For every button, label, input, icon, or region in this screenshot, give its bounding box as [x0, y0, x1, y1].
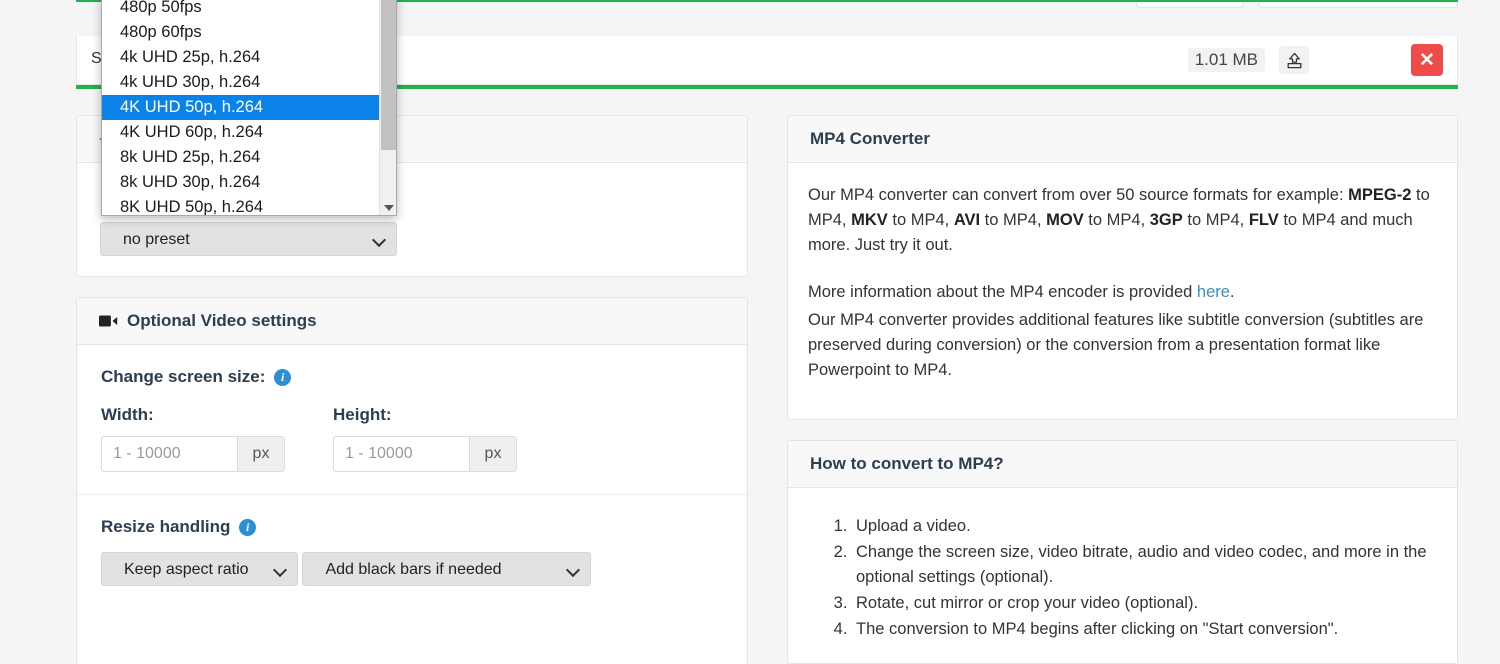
chevron-down-icon[interactable] [380, 199, 396, 215]
width-field-group: Width: px [101, 405, 333, 472]
format-mov: MOV [1046, 211, 1084, 229]
how-to-convert-header: How to convert to MP4? [788, 441, 1457, 488]
aspect-ratio-select-wrapper[interactable]: Keep aspect ratio [101, 552, 298, 586]
dropdown-option-4k-60p[interactable]: 4K UHD 60p, h.264 [102, 120, 381, 145]
file-upload-icon-button[interactable] [1279, 46, 1309, 74]
height-input[interactable] [333, 436, 469, 472]
list-item: Upload a video. [852, 514, 1437, 539]
mp4-converter-card: MP4 Converter Our MP4 converter can conv… [787, 115, 1458, 420]
list-item: Change the screen size, video bitrate, a… [852, 540, 1437, 590]
list-item: Rotate, cut mirror or crop your video (o… [852, 591, 1437, 616]
mp4-p1-t3: to MP4, [980, 211, 1047, 229]
aspect-ratio-select[interactable]: Keep aspect ratio [101, 552, 298, 586]
preset-dropdown-options: 480p 50fps 480p 60fps 4k UHD 25p, h.264 … [102, 0, 381, 215]
format-flv: FLV [1248, 211, 1279, 229]
page-root: S 1.01 MB ✕ no preset Optional Video set… [0, 0, 1500, 664]
black-bars-select-wrapper[interactable]: Add black bars if needed [302, 552, 592, 586]
optional-video-settings-card: Optional Video settings Change screen si… [76, 297, 748, 664]
screen-size-section: Change screen size: i Width: px Height: … [77, 345, 747, 472]
upload-icon [1287, 52, 1301, 68]
how-to-convert-body: Upload a video. Change the screen size, … [788, 488, 1457, 642]
mp4-p1-t5: to MP4, [1182, 211, 1249, 229]
mp4-p1-t2: to MP4, [887, 211, 954, 229]
mp4-p2-text: More information about the MP4 encoder i… [808, 283, 1197, 301]
dropdown-option-8k-25p[interactable]: 8k UHD 25p, h.264 [102, 145, 381, 170]
how-to-convert-card: How to convert to MP4? Upload a video. C… [787, 440, 1458, 664]
video-settings-title: Optional Video settings [127, 311, 317, 330]
height-field-group: Height: px [333, 405, 565, 472]
mp4-converter-header: MP4 Converter [788, 116, 1457, 163]
black-bars-select[interactable]: Add black bars if needed [302, 552, 592, 586]
dropdown-option-4k-25p[interactable]: 4k UHD 25p, h.264 [102, 45, 381, 70]
how-to-steps-list: Upload a video. Change the screen size, … [808, 514, 1437, 642]
dropdown-option-4k-30p[interactable]: 4k UHD 30p, h.264 [102, 70, 381, 95]
dropdown-option-8k-30p[interactable]: 8k UHD 30p, h.264 [102, 170, 381, 195]
preset-dropdown-list[interactable]: 480p 50fps 480p 60fps 4k UHD 25p, h.264 … [101, 0, 397, 216]
height-unit-label: px [469, 436, 517, 472]
mp4-paragraph-2: More information about the MP4 encoder i… [808, 280, 1437, 305]
dropdown-option-480p-60fps[interactable]: 480p 60fps [102, 20, 381, 45]
mp4-p2-period: . [1229, 283, 1235, 301]
dropdown-scrollbar-thumb[interactable] [381, 0, 396, 150]
resize-handling-label-row: Resize handling i [101, 517, 723, 537]
width-input[interactable] [101, 436, 237, 472]
resize-handling-info-icon[interactable]: i [239, 519, 257, 536]
mp4-converter-body: Our MP4 converter can convert from over … [788, 163, 1457, 383]
preset-select[interactable]: no preset [100, 222, 397, 256]
mp4-paragraph-3: Our MP4 converter provides additional fe… [808, 311, 1424, 379]
dropdown-option-8k-50p[interactable]: 8K UHD 50p, h.264 [102, 195, 381, 215]
file-size-label: 1.01 MB [1187, 48, 1265, 72]
mp4-p1-intro: Our MP4 converter can convert from over … [808, 186, 1349, 204]
mp4-p1-t4: to MP4, [1083, 211, 1150, 229]
preset-select-wrapper[interactable]: no preset [100, 222, 397, 256]
video-camera-icon [99, 314, 118, 328]
resize-handling-label: Resize handling [101, 517, 231, 536]
dropdown-option-4k-50p[interactable]: 4K UHD 50p, h.264 [102, 95, 381, 120]
screen-size-info-icon[interactable]: i [274, 369, 292, 386]
resize-handling-section: Resize handling i Keep aspect ratio Add … [77, 495, 747, 586]
mp4-paragraph-1: Our MP4 converter can convert from over … [808, 183, 1437, 258]
dropdown-option-480p-50fps[interactable]: 480p 50fps [102, 0, 381, 20]
change-screen-size-label: Change screen size: [101, 367, 266, 386]
list-item: The conversion to MP4 begins after click… [852, 617, 1437, 642]
width-label: Width: [101, 405, 154, 424]
format-mkv: MKV [851, 211, 888, 229]
format-mpeg2: MPEG-2 [1348, 186, 1412, 204]
encoder-info-link[interactable]: here [1197, 283, 1230, 301]
width-unit-label: px [237, 436, 285, 472]
format-avi: AVI [953, 211, 981, 229]
how-to-convert-title: How to convert to MP4? [810, 454, 1004, 473]
video-settings-header: Optional Video settings [77, 298, 747, 345]
height-label: Height: [333, 405, 392, 424]
dropdown-scrollbar[interactable] [379, 0, 396, 215]
format-3gp: 3GP [1149, 211, 1183, 229]
mp4-converter-title: MP4 Converter [810, 129, 930, 148]
file-remove-button[interactable]: ✕ [1411, 44, 1443, 76]
change-screen-size-label-row: Change screen size: i [101, 367, 723, 387]
